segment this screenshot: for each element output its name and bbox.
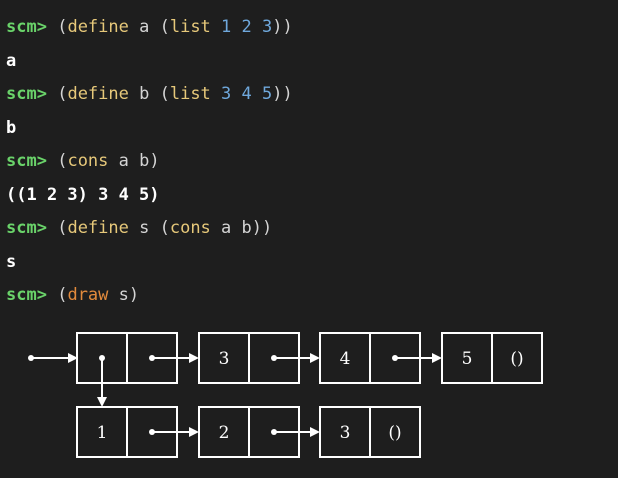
keyword-cons: cons bbox=[67, 151, 109, 171]
paren-open: ( bbox=[57, 218, 68, 238]
keyword-define: define bbox=[67, 84, 129, 104]
car-value: 3 bbox=[219, 349, 230, 369]
keyword-cons: cons bbox=[169, 218, 211, 238]
box-pointer-svg: 3 4 5 () 1 2 3 () bbox=[28, 332, 543, 458]
symbol: a b bbox=[108, 151, 150, 171]
keyword-list: list bbox=[169, 17, 211, 37]
repl-output-line: b bbox=[6, 117, 17, 138]
entry-arrow bbox=[28, 353, 78, 363]
nil-value: () bbox=[510, 349, 523, 369]
pair-box: 5 () bbox=[441, 332, 543, 384]
pair-box: 3 () bbox=[319, 406, 421, 458]
paren-close: )) bbox=[272, 17, 293, 37]
pair-box: 1 bbox=[76, 406, 199, 458]
paren-close: )) bbox=[251, 218, 273, 238]
repl-input-line: scm> (define b (list 3 4 5)) bbox=[6, 81, 612, 115]
number-literals: 1 2 3 bbox=[210, 17, 273, 37]
repl-prompt: scm> bbox=[6, 151, 47, 171]
keyword-define: define bbox=[67, 17, 129, 37]
repl-input-line: scm> (cons a b) bbox=[6, 148, 612, 182]
pair-box: 3 bbox=[198, 332, 320, 384]
paren-open: ( bbox=[57, 84, 68, 104]
symbol: b bbox=[128, 84, 160, 104]
nil-value: () bbox=[388, 423, 401, 443]
symbol: a bbox=[128, 17, 160, 37]
pair-box: 2 bbox=[198, 406, 320, 458]
repl-prompt: scm> bbox=[6, 17, 47, 37]
keyword-define: define bbox=[67, 218, 129, 238]
car-value: 2 bbox=[219, 423, 230, 443]
symbol: s bbox=[128, 218, 160, 238]
car-value: 4 bbox=[340, 349, 351, 369]
symbol: a b bbox=[210, 218, 252, 238]
number-literals: 3 4 5 bbox=[210, 84, 273, 104]
paren-open: ( bbox=[57, 151, 68, 171]
repl-output-line: s bbox=[6, 251, 17, 272]
box-pointer-diagram: 3 4 5 () 1 2 3 () bbox=[0, 318, 618, 478]
paren-open: ( bbox=[159, 84, 170, 104]
pair-box: 4 bbox=[319, 332, 442, 384]
repl-output-line: ((1 2 3) 3 4 5) bbox=[6, 184, 160, 205]
car-value: 3 bbox=[340, 423, 351, 443]
repl-output-line: a bbox=[6, 50, 17, 71]
paren-open: ( bbox=[57, 285, 68, 305]
repl-prompt: scm> bbox=[6, 285, 47, 305]
repl-input-line: scm> (define a (list 1 2 3)) bbox=[6, 14, 612, 48]
repl-input-line: scm> (draw s) bbox=[6, 282, 612, 316]
paren-close: ) bbox=[149, 151, 160, 171]
keyword-list: list bbox=[169, 84, 211, 104]
keyword-draw: draw bbox=[67, 285, 109, 305]
repl-prompt: scm> bbox=[6, 218, 47, 238]
repl-prompt: scm> bbox=[6, 84, 47, 104]
paren-close: ) bbox=[128, 285, 140, 305]
car-value: 1 bbox=[97, 423, 108, 443]
paren-open: ( bbox=[159, 218, 170, 238]
paren-open: ( bbox=[159, 17, 170, 37]
paren-close: )) bbox=[272, 84, 293, 104]
pair-box bbox=[76, 332, 199, 407]
symbol: s bbox=[108, 285, 129, 305]
repl-input-line: scm> (define s (cons a b)) bbox=[6, 215, 612, 249]
terminal-output: scm> (define a (list 1 2 3)) a scm> (def… bbox=[6, 14, 612, 316]
car-value: 5 bbox=[462, 349, 473, 369]
paren-open: ( bbox=[57, 17, 68, 37]
